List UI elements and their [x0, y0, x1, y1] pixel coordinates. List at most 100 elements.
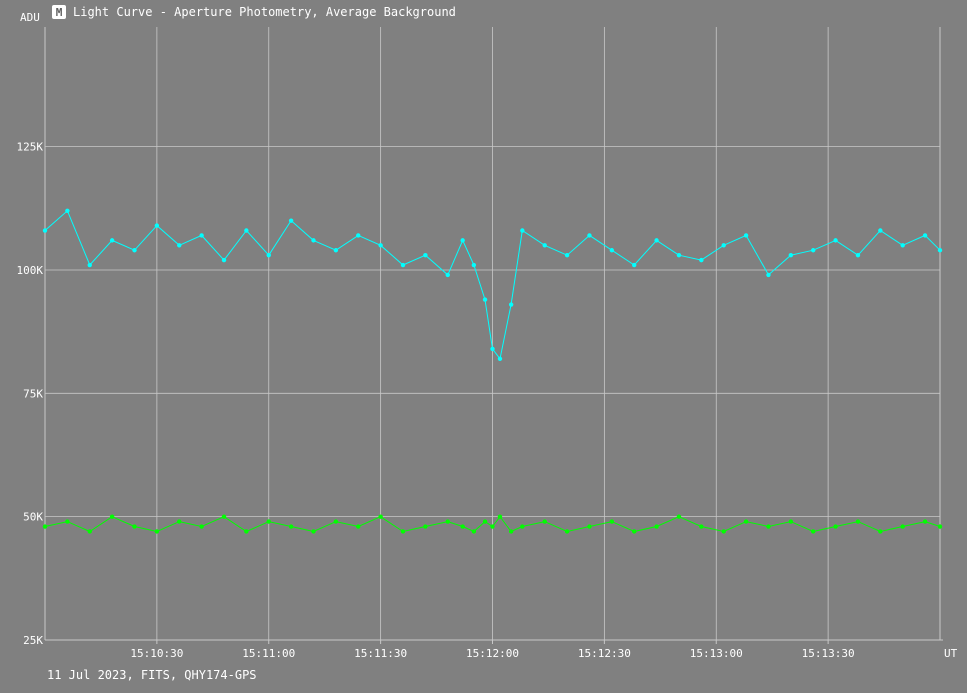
y-tick-label: 100K [17, 264, 44, 277]
data-point [508, 302, 514, 307]
x-tick-label: 15:13:00 [690, 647, 743, 660]
data-point [154, 223, 160, 228]
data-point [632, 262, 637, 268]
y-tick-label: 75K [23, 387, 43, 400]
data-point [87, 529, 92, 534]
data-point [654, 524, 659, 529]
data-point [288, 218, 294, 223]
y-tick-label: 125K [17, 141, 44, 154]
data-point [654, 238, 659, 243]
data-point [508, 529, 514, 534]
y-tick-label: 25K [23, 634, 43, 647]
data-point [423, 524, 428, 529]
data-point [378, 243, 383, 248]
data-point [587, 233, 592, 238]
data-point [743, 519, 749, 524]
data-point [109, 514, 115, 519]
data-point [471, 529, 477, 534]
data-point [937, 248, 943, 253]
data-point [333, 248, 339, 253]
data-point [833, 524, 838, 529]
x-tick-label: 15:11:30 [354, 647, 407, 660]
footer-info: 11 Jul 2023, FITS, QHY174-GPS [47, 668, 257, 682]
data-point [65, 208, 70, 213]
data-point [221, 514, 227, 519]
data-point [356, 233, 361, 238]
data-point [132, 524, 137, 529]
data-point [788, 252, 794, 258]
data-point [766, 524, 771, 529]
x-tick-label: 15:13:30 [802, 647, 855, 660]
data-point [542, 243, 547, 248]
data-point [900, 524, 905, 529]
x-tick-label: 15:12:00 [466, 647, 519, 660]
data-point [356, 524, 361, 529]
x-axis-label: UT [944, 647, 958, 660]
data-point [288, 524, 294, 529]
data-point [520, 228, 525, 233]
chart-axes: 25K 50K 75K 100K 125K 15:10:30 15:11:00 15:11:3… [17, 27, 943, 660]
data-point [87, 262, 92, 268]
data-point [878, 228, 883, 233]
x-tick-label: 15:12:30 [578, 647, 631, 660]
data-point [632, 529, 637, 534]
light-curve-chart: 25K 50K 75K 100K 125K 15:10:30 15:11:00 15:11:3… [17, 11, 958, 660]
data-point [423, 252, 428, 258]
data-point [721, 243, 726, 248]
data-point [855, 519, 861, 524]
data-point [743, 233, 749, 238]
data-point [311, 529, 316, 534]
data-point [482, 297, 488, 302]
data-point [333, 519, 339, 524]
data-point [900, 243, 905, 248]
data-point [811, 529, 816, 534]
data-point [766, 272, 771, 278]
data-point [42, 228, 48, 233]
x-tick-label: 15:10:30 [130, 647, 183, 660]
data-point [154, 529, 160, 534]
data-point [400, 262, 406, 268]
data-point [587, 524, 592, 529]
data-point [699, 257, 704, 263]
data-point [266, 519, 271, 524]
data-point [65, 519, 70, 524]
data-point [221, 257, 227, 263]
data-point [445, 519, 450, 524]
data-point [460, 238, 465, 243]
data-point [811, 248, 816, 253]
data-point [497, 356, 503, 361]
data-point [520, 524, 525, 529]
data-point [855, 252, 861, 258]
data-point [564, 252, 570, 258]
chart-grid [45, 27, 940, 641]
data-point [788, 519, 794, 524]
data-point [460, 524, 465, 529]
data-point [542, 519, 547, 524]
data-point [922, 233, 928, 238]
data-point [497, 514, 503, 519]
data-point [42, 524, 48, 529]
data-point [266, 252, 271, 258]
data-point [609, 248, 615, 253]
data-point [177, 519, 182, 524]
data-point [482, 519, 488, 524]
data-point [699, 524, 704, 529]
data-point [378, 514, 383, 519]
data-point [922, 519, 928, 524]
y-axis-label: ADU [20, 11, 40, 24]
data-point [471, 262, 477, 268]
data-point [400, 529, 406, 534]
data-point [878, 529, 883, 534]
data-point [937, 524, 943, 529]
data-point [199, 524, 204, 529]
data-point [311, 238, 316, 243]
data-point [445, 272, 450, 278]
data-point [721, 529, 726, 534]
data-point [177, 243, 182, 248]
data-point [490, 524, 495, 529]
data-point [132, 248, 137, 253]
data-point [109, 238, 115, 243]
x-tick-label: 15:11:00 [242, 647, 295, 660]
data-point [676, 514, 682, 519]
data-point [609, 519, 615, 524]
